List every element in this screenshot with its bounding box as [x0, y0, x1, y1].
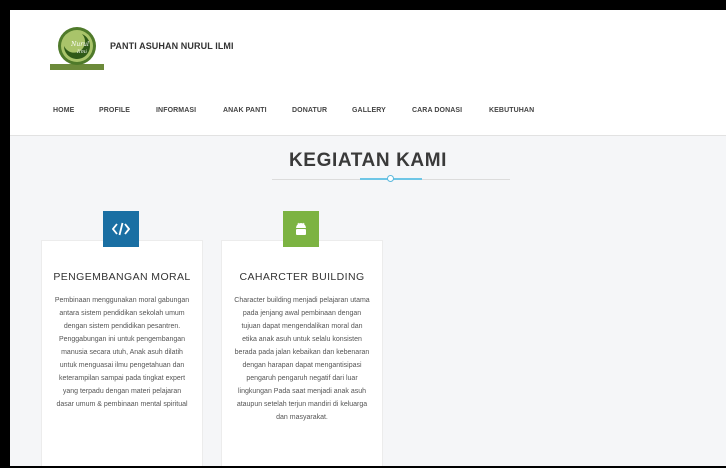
nav-anak-panti[interactable]: ANAK PANTI	[223, 107, 267, 114]
svg-text:Nurul: Nurul	[70, 41, 89, 48]
nav-informasi[interactable]: INFORMASI	[156, 107, 196, 114]
nav-gallery[interactable]: GALLERY	[352, 107, 386, 114]
site-logo[interactable]: Nurul Ilmi	[48, 26, 106, 72]
kegiatan-section: KEGIATAN KAMI PENGEMBANGAN MORAL Pembina…	[10, 136, 726, 466]
android-icon	[283, 211, 319, 247]
card-description: Character building menjadi pelajaran uta…	[234, 297, 370, 421]
card-description: Pembinaan menggunakan moral gabungan ant…	[54, 297, 190, 408]
section-title: KEGIATAN KAMI	[288, 150, 448, 171]
title-divider-dot	[387, 175, 394, 182]
site-header: Nurul Ilmi PANTI ASUHAN NURUL ILMI HOME …	[10, 10, 726, 136]
code-icon	[103, 211, 139, 247]
site-name[interactable]: PANTI ASUHAN NURUL ILMI	[110, 41, 234, 51]
card-title: PENGEMBANGAN MORAL	[53, 271, 191, 283]
nav-cara-donasi[interactable]: CARA DONASI	[412, 107, 462, 114]
nav-profile[interactable]: PROFILE	[99, 107, 130, 114]
activity-card: PENGEMBANGAN MORAL Pembinaan menggunakan…	[41, 211, 203, 466]
nav-kebutuhan[interactable]: KEBUTUHAN	[489, 107, 534, 114]
browser-viewport: Nurul Ilmi PANTI ASUHAN NURUL ILMI HOME …	[10, 10, 726, 466]
nav-home[interactable]: HOME	[53, 107, 74, 114]
activity-card: CAHARCTER BUILDING Character building me…	[221, 211, 383, 466]
nav-donatur[interactable]: DONATUR	[292, 107, 327, 114]
svg-text:Ilmi: Ilmi	[76, 49, 87, 55]
card-title: CAHARCTER BUILDING	[239, 271, 365, 283]
